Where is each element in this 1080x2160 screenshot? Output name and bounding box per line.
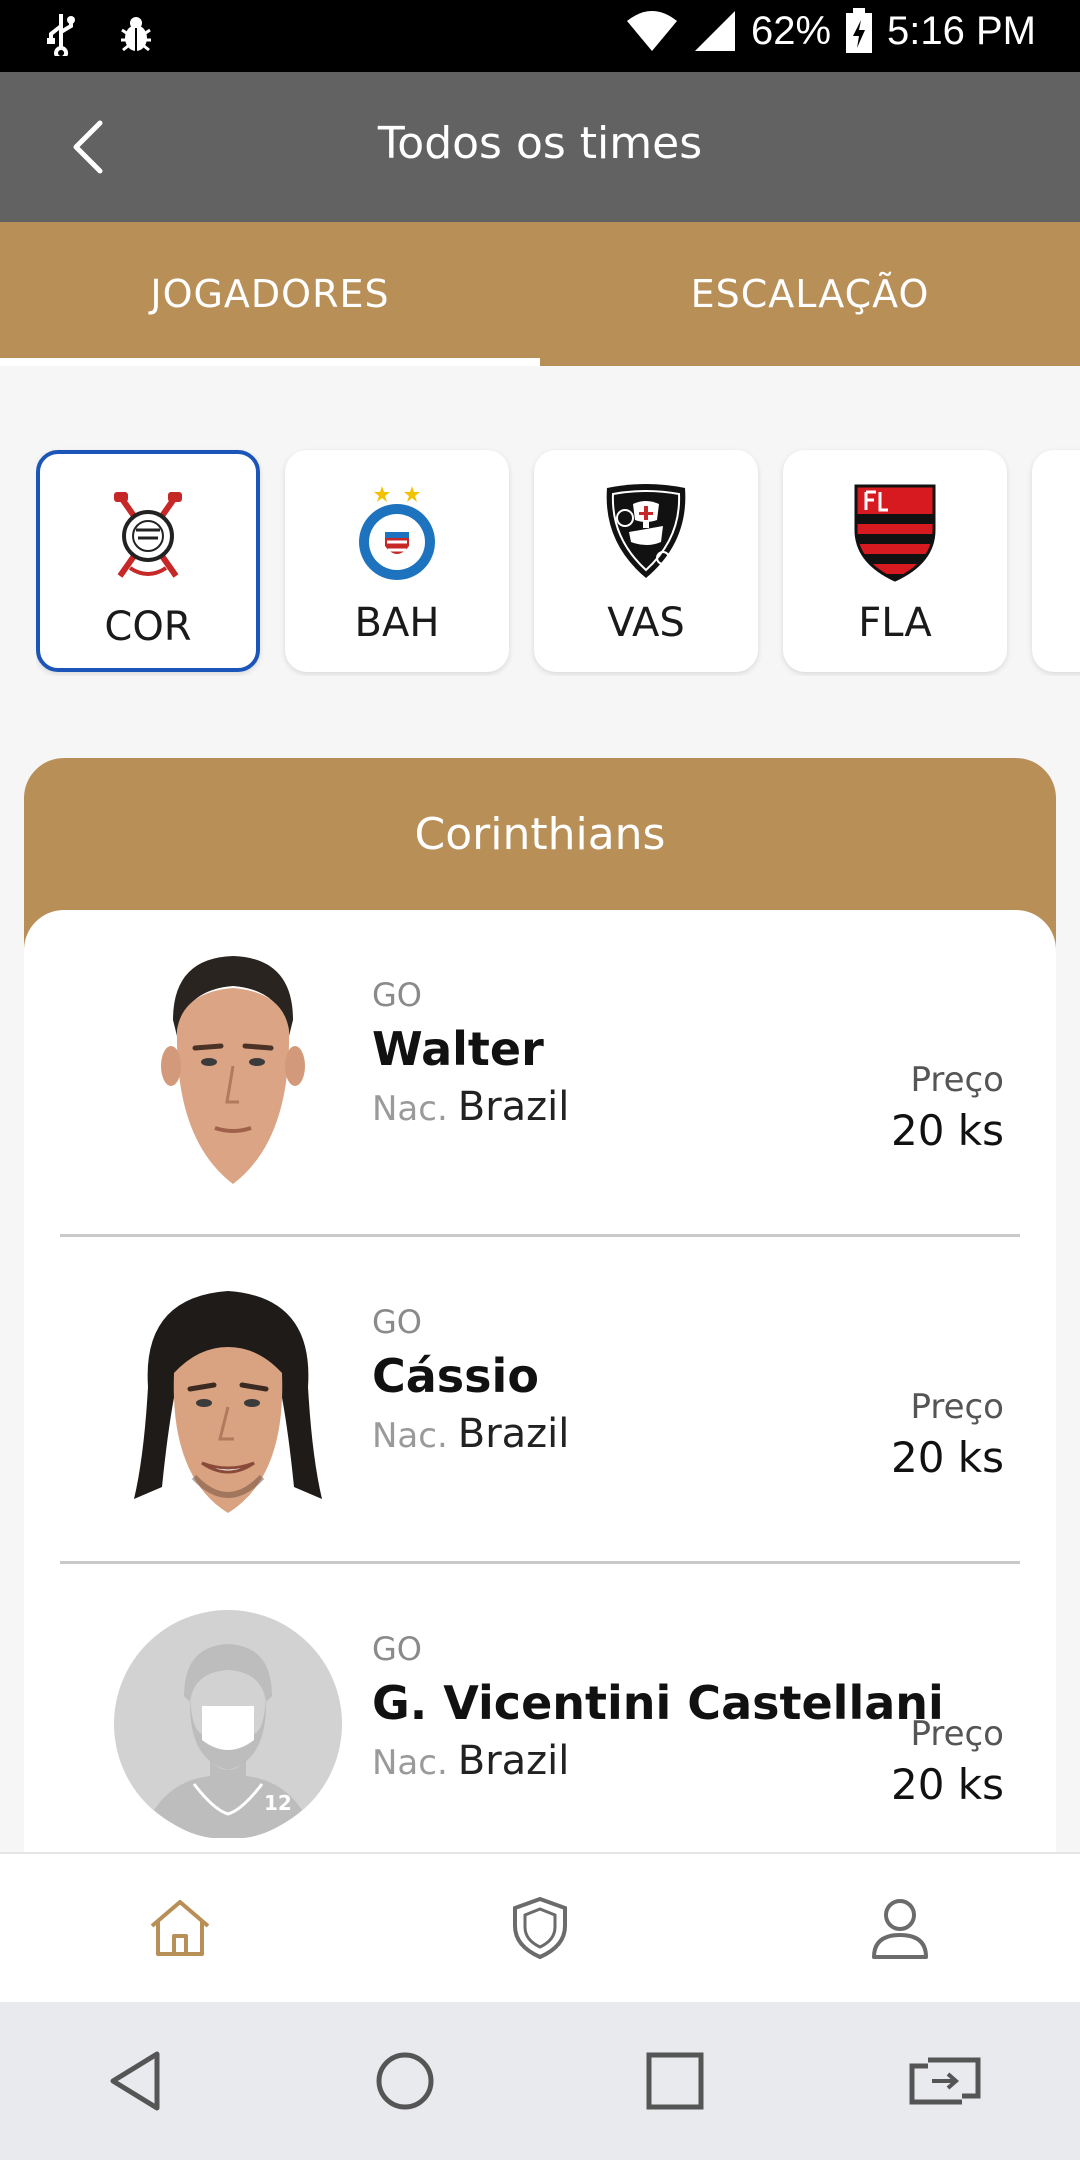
player-row[interactable]: GO Cássio Nac. Brazil Preço 20 ks bbox=[24, 1237, 1056, 1564]
nationality-value: Brazil bbox=[457, 1411, 570, 1457]
player-list: GO Walter Nac. Brazil Preço 20 ks GO Cás… bbox=[24, 910, 1056, 1858]
team-abbr: COR bbox=[104, 604, 192, 650]
player-position: GO bbox=[372, 976, 422, 1014]
nav-home[interactable] bbox=[0, 1854, 360, 2002]
nationality-label: Nac. bbox=[372, 1089, 448, 1129]
player-photo bbox=[114, 950, 342, 1190]
player-photo bbox=[114, 1277, 342, 1517]
triangle-back-icon bbox=[110, 2051, 160, 2111]
price-label: Preço bbox=[910, 1060, 1004, 1100]
clock: 5:16 PM bbox=[887, 8, 1036, 53]
player-row[interactable]: 12 GO G. Vicentini Castellani Nac. Brazil… bbox=[24, 1564, 1056, 1858]
shield-icon bbox=[513, 1896, 567, 1960]
player-price: Preço 20 ks bbox=[891, 1060, 1004, 1155]
team-chip-vas[interactable]: VAS bbox=[534, 450, 758, 672]
wifi-icon bbox=[625, 9, 679, 53]
bug-icon bbox=[118, 14, 154, 54]
player-placeholder-avatar: 12 bbox=[114, 1604, 342, 1844]
player-row[interactable]: GO Walter Nac. Brazil Preço 20 ks bbox=[24, 910, 1056, 1237]
player-nationality: Nac. Brazil bbox=[372, 1084, 569, 1130]
roster-card: Corinthians GO Walter Nac. Brazil Preço … bbox=[24, 758, 1056, 1858]
price-value: 20 ks bbox=[891, 1106, 1004, 1155]
bahia-logo-icon bbox=[347, 482, 447, 582]
tab-escalacao[interactable]: ESCALAÇÃO bbox=[540, 222, 1080, 366]
app-bar: Todos os times bbox=[0, 72, 1080, 222]
system-recents-button[interactable] bbox=[540, 2002, 810, 2160]
nationality-value: Brazil bbox=[457, 1084, 570, 1130]
circle-home-icon bbox=[376, 2052, 434, 2110]
status-bar: 62% 5:16 PM bbox=[0, 0, 1080, 72]
team-selector[interactable]: COR BAH VAS FLA bbox=[36, 446, 1080, 676]
team-chip-cor[interactable]: COR bbox=[36, 450, 260, 672]
team-chip-bah[interactable]: BAH bbox=[285, 450, 509, 672]
team-chip-fla[interactable]: FLA bbox=[783, 450, 1007, 672]
signal-icon bbox=[693, 9, 737, 53]
flamengo-logo-icon bbox=[845, 482, 945, 582]
player-nationality: Nac. Brazil bbox=[372, 1411, 569, 1457]
price-label: Preço bbox=[910, 1387, 1004, 1427]
jersey-number: 12 bbox=[264, 1791, 292, 1815]
nav-profile[interactable] bbox=[720, 1854, 1080, 2002]
system-home-button[interactable] bbox=[270, 2002, 540, 2160]
player-position: GO bbox=[372, 1303, 422, 1341]
corinthians-logo-icon bbox=[98, 486, 198, 586]
battery-percent: 62% bbox=[750, 8, 832, 53]
bottom-nav bbox=[0, 1852, 1080, 2002]
system-back-button[interactable] bbox=[0, 2002, 270, 2160]
nationality-value: Brazil bbox=[457, 1738, 570, 1784]
team-name: Corinthians bbox=[414, 808, 666, 860]
team-abbr: VAS bbox=[607, 600, 685, 646]
square-recents-icon bbox=[646, 2052, 704, 2110]
price-label: Preço bbox=[910, 1714, 1004, 1754]
player-name: Cássio bbox=[372, 1349, 539, 1403]
user-icon bbox=[872, 1899, 928, 1959]
usb-icon bbox=[44, 12, 78, 56]
battery-charging-icon bbox=[845, 8, 873, 54]
tab-jogadores[interactable]: JOGADORES bbox=[0, 222, 540, 366]
system-nav-bar bbox=[0, 2002, 1080, 2160]
system-switch-button[interactable] bbox=[810, 2002, 1080, 2160]
page-title: Todos os times bbox=[377, 118, 703, 169]
price-value: 20 ks bbox=[891, 1433, 1004, 1482]
player-position: GO bbox=[372, 1630, 422, 1668]
nationality-label: Nac. bbox=[372, 1743, 448, 1783]
nav-team[interactable] bbox=[360, 1854, 720, 2002]
player-nationality: Nac. Brazil bbox=[372, 1738, 944, 1784]
team-abbr: FLA bbox=[858, 600, 932, 646]
price-value: 20 ks bbox=[891, 1760, 1004, 1809]
player-price: Preço 20 ks bbox=[891, 1714, 1004, 1809]
home-icon bbox=[150, 1900, 210, 1956]
vasco-logo-icon bbox=[596, 482, 696, 582]
player-name: Walter bbox=[372, 1022, 544, 1076]
nationality-label: Nac. bbox=[372, 1416, 448, 1456]
player-price: Preço 20 ks bbox=[891, 1387, 1004, 1482]
team-abbr: BAH bbox=[354, 600, 440, 646]
tab-bar: JOGADORES ESCALAÇÃO bbox=[0, 222, 1080, 366]
team-chip-partial[interactable] bbox=[1032, 450, 1080, 672]
player-name: G. Vicentini Castellani bbox=[372, 1676, 944, 1730]
screen-switch-icon bbox=[909, 2057, 981, 2105]
